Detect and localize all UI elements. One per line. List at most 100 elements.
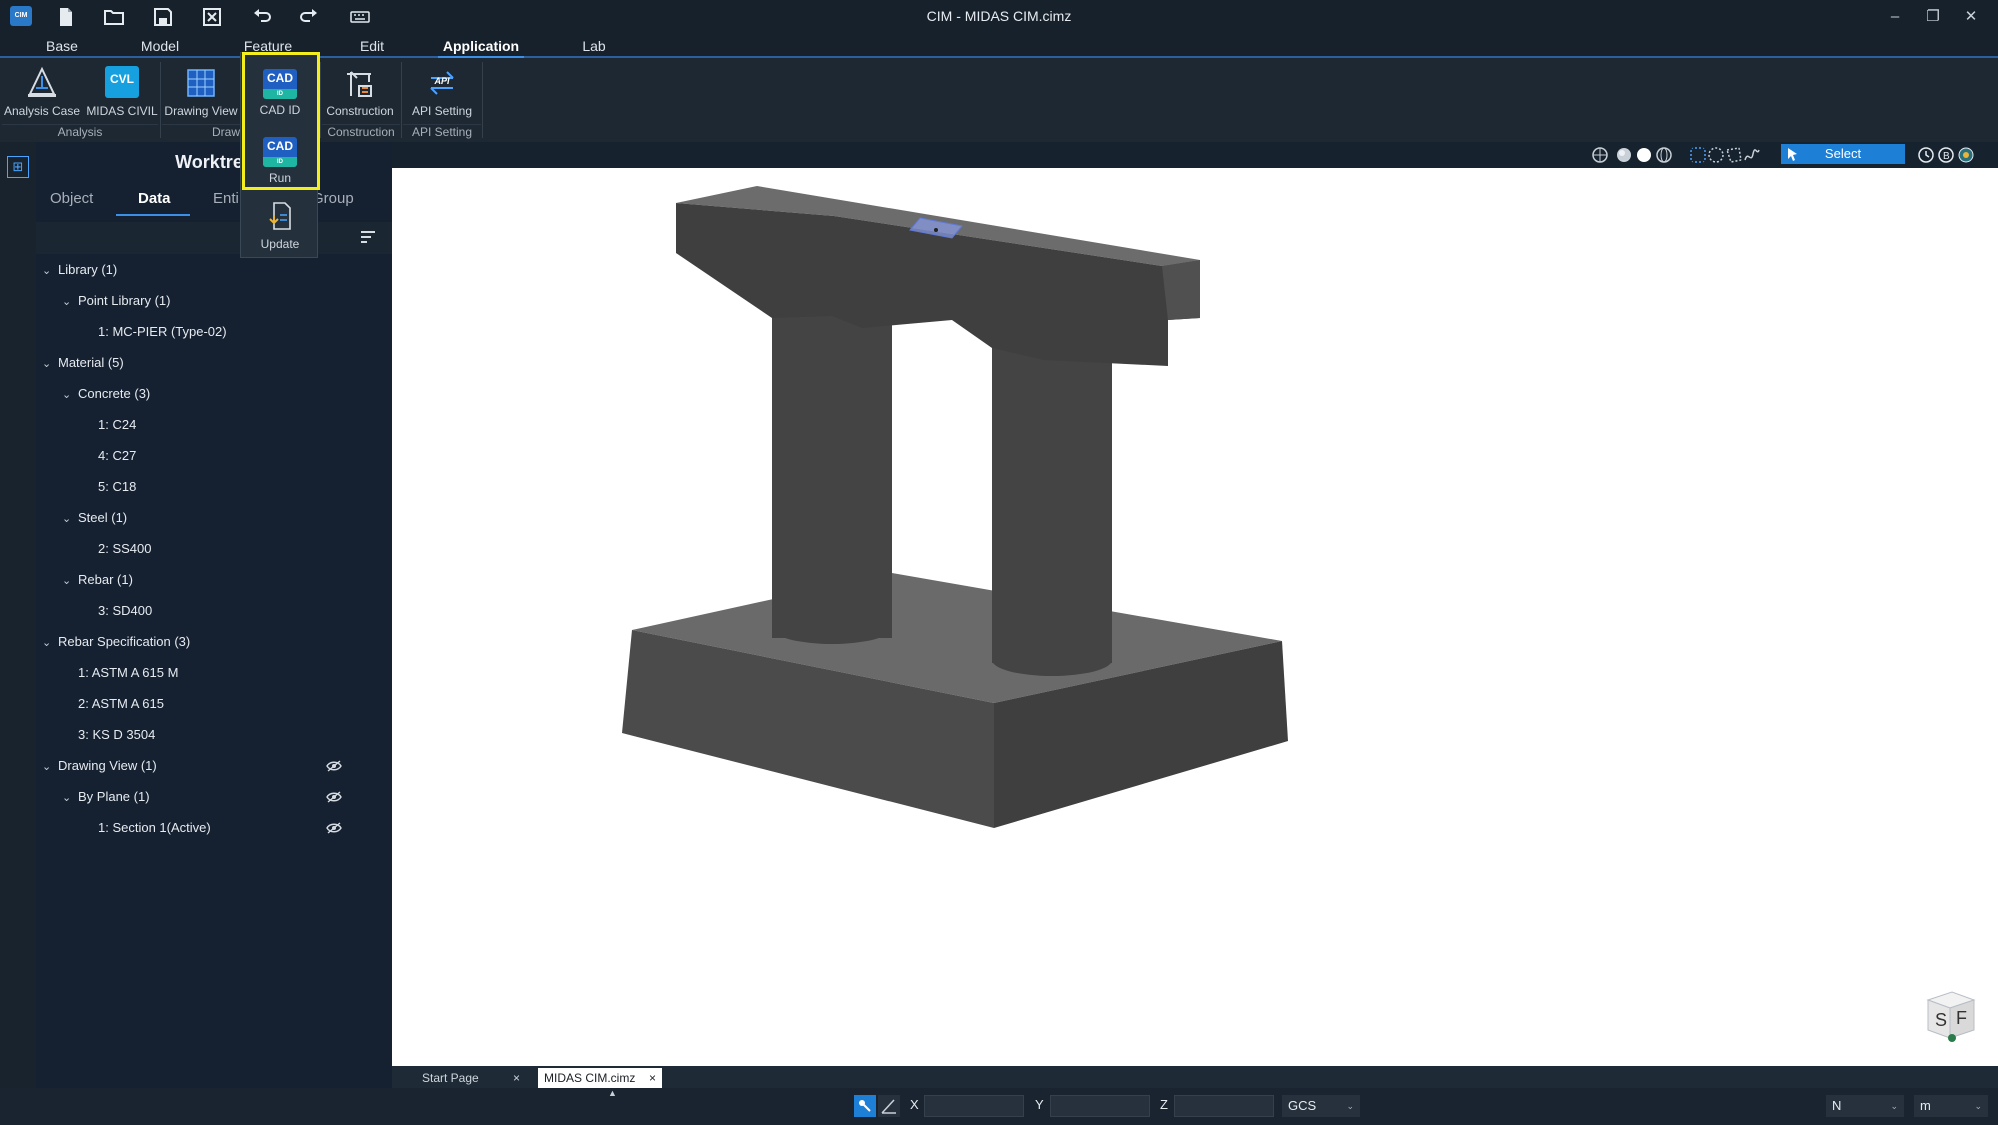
worktree-icon[interactable]: ⊞ xyxy=(7,156,29,178)
tree-item[interactable]: 1: Section 1(Active) xyxy=(82,812,211,843)
close-tab-icon[interactable]: × xyxy=(513,1068,520,1088)
tree-item[interactable]: 2: SS400 xyxy=(82,533,152,564)
close-file-icon[interactable] xyxy=(200,5,224,29)
tree-item-label: Library (1) xyxy=(58,262,118,277)
tab-model[interactable]: Model xyxy=(134,36,186,58)
tree-item[interactable]: ⌄ Rebar (1) xyxy=(62,564,133,595)
tab-lab[interactable]: Lab xyxy=(578,36,610,58)
chevron-down-icon[interactable]: ⌄ xyxy=(62,783,78,814)
coordinate-system-value: GCS xyxy=(1288,1098,1317,1113)
api-badge: API xyxy=(434,76,450,86)
app-window: CIM CIM - MIDAS CIM.cimz – ❐ ✕ Base Mode… xyxy=(0,0,1998,1125)
tree-item[interactable]: ⌄ Rebar Specification (3) xyxy=(42,626,190,657)
x-coordinate-field[interactable] xyxy=(924,1095,1024,1117)
chevron-down-icon[interactable]: ⌄ xyxy=(62,287,78,318)
3d-viewport[interactable]: S F xyxy=(392,168,1998,1066)
tree-item[interactable]: ⌄ By Plane (1) xyxy=(62,781,150,812)
tab-data[interactable]: Data xyxy=(138,190,171,207)
tab-object[interactable]: Object xyxy=(50,190,93,207)
lasso-select-icon[interactable] xyxy=(1743,146,1761,164)
tree-item[interactable]: 3: SD400 xyxy=(82,595,152,626)
midas-civil-label: MIDAS CIVIL xyxy=(86,104,158,118)
tree-item[interactable]: ⌄ Library (1) xyxy=(42,254,117,285)
tree-item[interactable]: 1: C24 xyxy=(82,409,136,440)
angle-icon[interactable] xyxy=(878,1095,900,1117)
undo-icon[interactable] xyxy=(249,5,273,29)
drawing-view-button[interactable]: Drawing View xyxy=(162,62,240,124)
tree-item[interactable]: ⌄ Steel (1) xyxy=(62,502,127,533)
tree-item[interactable]: ⌄ Drawing View (1) xyxy=(42,750,157,781)
tab-application[interactable]: Application xyxy=(438,36,524,58)
close-button[interactable]: ✕ xyxy=(1954,4,1988,30)
ribbon-separator xyxy=(482,62,483,138)
render-settings-icon[interactable] xyxy=(1957,146,1975,164)
tree-item[interactable]: ⌄ Material (5) xyxy=(42,347,124,378)
save-icon[interactable] xyxy=(151,5,175,29)
chevron-down-icon[interactable]: ⌄ xyxy=(62,566,78,597)
length-unit-select[interactable]: m ⌄ xyxy=(1914,1095,1988,1117)
bridge-pier-model xyxy=(622,186,1288,828)
tree-item[interactable]: ⌄ Concrete (3) xyxy=(62,378,150,409)
sort-icon[interactable] xyxy=(360,230,376,244)
tree-item[interactable]: 5: C18 xyxy=(82,471,136,502)
tree-item[interactable]: 3: KS D 3504 xyxy=(62,719,155,750)
analysis-case-button[interactable]: Analysis Case xyxy=(4,62,80,124)
app-logo-icon[interactable]: CIM xyxy=(10,6,32,26)
tree-item[interactable]: 1: ASTM A 615 M xyxy=(62,657,178,688)
tree-item-label: 5: C18 xyxy=(98,479,137,494)
z-label: Z xyxy=(1160,1097,1168,1112)
tab-base[interactable]: Base xyxy=(38,36,86,58)
midas-civil-button[interactable]: CVL MIDAS CIVIL xyxy=(84,62,160,124)
tree-item[interactable]: 4: C27 xyxy=(82,440,136,471)
y-label: Y xyxy=(1035,1097,1044,1112)
chevron-down-icon[interactable]: ⌄ xyxy=(42,256,58,287)
b-circle-icon[interactable]: B xyxy=(1937,146,1955,164)
tab-start-page[interactable]: Start Page × xyxy=(402,1068,526,1088)
restore-button[interactable]: ❐ xyxy=(1916,4,1950,30)
keyboard-icon[interactable] xyxy=(348,5,372,29)
clock-icon[interactable] xyxy=(1917,146,1935,164)
polygon-select-icon[interactable] xyxy=(1725,146,1743,164)
chevron-down-icon[interactable]: ⌄ xyxy=(62,380,78,411)
view-cube[interactable]: S F xyxy=(1922,988,1978,1042)
redo-icon[interactable] xyxy=(298,5,322,29)
visibility-hidden-icon[interactable] xyxy=(326,791,342,803)
minimize-button[interactable]: – xyxy=(1878,4,1912,30)
box-select-icon[interactable] xyxy=(1689,146,1707,164)
view-mode-icon[interactable] xyxy=(1591,146,1609,164)
x-label: X xyxy=(910,1097,919,1112)
wireframe-sphere-icon[interactable] xyxy=(1655,146,1673,164)
group-analysis: Analysis xyxy=(2,124,158,140)
chevron-down-icon[interactable]: ⌄ xyxy=(42,752,58,783)
worktree-title: Worktree xyxy=(175,152,253,172)
visibility-hidden-icon[interactable] xyxy=(326,760,342,772)
tab-midas-cim[interactable]: MIDAS CIM.cimz × xyxy=(538,1068,662,1088)
new-file-icon[interactable] xyxy=(54,5,78,29)
tree-item[interactable]: ⌄ Point Library (1) xyxy=(62,285,170,316)
api-setting-button[interactable]: API API Setting xyxy=(404,62,480,124)
z-coordinate-field[interactable] xyxy=(1174,1095,1274,1117)
chevron-down-icon[interactable]: ⌄ xyxy=(42,628,58,659)
visibility-hidden-icon[interactable] xyxy=(326,822,342,834)
tree-item-label: 1: Section 1(Active) xyxy=(98,820,211,835)
solid-sphere-icon[interactable] xyxy=(1635,146,1653,164)
coordinate-system-select[interactable]: GCS ⌄ xyxy=(1282,1095,1360,1117)
close-tab-icon[interactable]: × xyxy=(649,1068,656,1088)
shaded-sphere-icon[interactable] xyxy=(1615,146,1633,164)
chevron-down-icon: ⌄ xyxy=(1346,1101,1354,1111)
chevron-down-icon[interactable]: ⌄ xyxy=(42,349,58,380)
tab-entity[interactable]: Enti xyxy=(213,190,239,207)
tree-item[interactable]: 1: MC-PIER (Type-02) xyxy=(82,316,227,347)
chevron-down-icon[interactable]: ⌄ xyxy=(62,504,78,535)
construction-button[interactable]: Construction xyxy=(322,62,398,124)
open-folder-icon[interactable] xyxy=(102,5,126,29)
update-button[interactable]: Update xyxy=(241,193,319,259)
tab-edit[interactable]: Edit xyxy=(352,36,392,58)
y-coordinate-field[interactable] xyxy=(1050,1095,1150,1117)
panel-toggle-icon[interactable]: ▲ xyxy=(608,1088,617,1098)
tree-item[interactable]: 2: ASTM A 615 xyxy=(62,688,164,719)
circle-select-icon[interactable] xyxy=(1707,146,1725,164)
select-button[interactable]: Select xyxy=(1781,144,1905,164)
force-unit-select[interactable]: N ⌄ xyxy=(1826,1095,1904,1117)
snap-icon[interactable] xyxy=(854,1095,876,1117)
